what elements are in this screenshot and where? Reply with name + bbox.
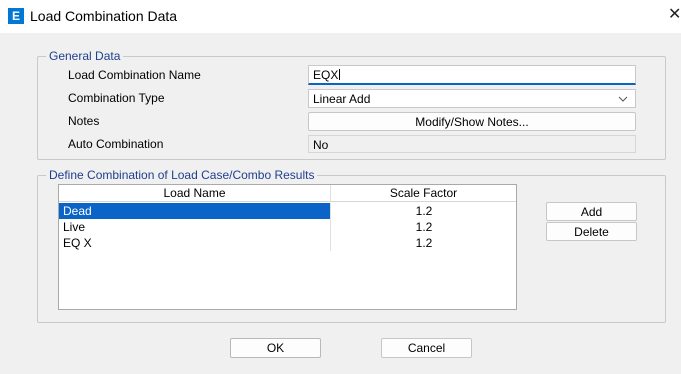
modify-notes-button[interactable]: Modify/Show Notes... [308, 112, 636, 131]
load-name-cell: EQ X [59, 235, 331, 251]
combination-name-value: EQX [313, 68, 339, 82]
title-bar: E Load Combination Data ✕ [0, 0, 681, 33]
load-name-cell: Live [59, 219, 331, 235]
cancel-button[interactable]: Cancel [381, 338, 472, 358]
combination-type-select[interactable]: Linear Add [308, 89, 636, 108]
table-row[interactable]: Live 1.2 [59, 219, 516, 235]
text-caret [339, 69, 341, 80]
load-name-cell: Dead [59, 203, 331, 219]
delete-button[interactable]: Delete [546, 222, 637, 241]
scale-factor-cell: 1.2 [415, 220, 433, 234]
auto-combination-field: No [308, 135, 636, 153]
scale-factor-cell: 1.2 [415, 236, 433, 250]
notes-label: Notes [68, 114, 100, 128]
close-icon[interactable]: ✕ [668, 6, 681, 24]
scale-factor-cell: 1.2 [415, 204, 433, 218]
auto-combination-label: Auto Combination [68, 137, 164, 151]
define-combination-group-title: Define Combination of Load Case/Combo Re… [46, 168, 318, 182]
table-row[interactable]: EQ X 1.2 [59, 235, 516, 251]
app-logo-icon: E [8, 8, 24, 24]
column-header-load-name[interactable]: Load Name [59, 185, 331, 202]
auto-combination-value: No [313, 138, 329, 152]
combination-name-label: Load Combination Name [68, 68, 201, 82]
ok-button[interactable]: OK [230, 338, 321, 358]
table-row[interactable]: Dead 1.2 [59, 203, 516, 219]
general-data-group-title: General Data [46, 49, 124, 63]
combination-type-value: Linear Add [313, 92, 371, 106]
add-button[interactable]: Add [546, 202, 637, 221]
load-combination-grid[interactable]: Load Name Scale Factor Dead 1.2 Live 1.2… [58, 184, 517, 310]
combination-name-input[interactable]: EQX [308, 65, 636, 85]
column-header-scale-factor[interactable]: Scale Factor [331, 185, 516, 202]
combination-type-label: Combination Type [68, 91, 165, 105]
chevron-down-icon [618, 96, 628, 102]
window-title: Load Combination Data [30, 8, 178, 24]
